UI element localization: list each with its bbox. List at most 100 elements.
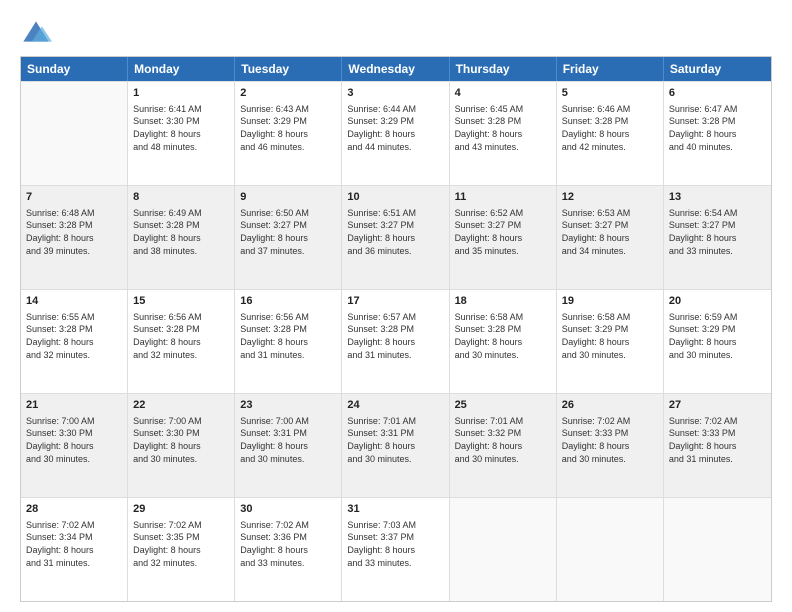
calendar-cell [664, 498, 771, 601]
cell-info: Sunrise: 6:48 AM Sunset: 3:28 PM Dayligh… [26, 207, 122, 257]
calendar-cell: 4Sunrise: 6:45 AM Sunset: 3:28 PM Daylig… [450, 82, 557, 185]
calendar-cell: 5 Sunrise: 6:46 AM Sunset: 3:28 PM Daylig… [557, 82, 664, 185]
day-number: 24 [347, 398, 443, 413]
logo [20, 18, 56, 50]
calendar-cell: 29 Sunrise: 7:02 AM Sunset: 3:35 PM Dayli… [128, 498, 235, 601]
cell-info: Sunrise: 6:53 AM Sunset: 3:27 PM Dayligh… [562, 207, 658, 257]
header-day-wednesday: Wednesday [342, 57, 449, 81]
header-day-monday: Monday [128, 57, 235, 81]
calendar-cell: 14 Sunrise: 6:55 AM Sunset: 3:28 PM Dayli… [21, 290, 128, 393]
header-day-sunday: Sunday [21, 57, 128, 81]
day-number: 9 [240, 190, 336, 205]
day-number: 14 [26, 294, 122, 309]
cell-info: Sunrise: 7:02 AM Sunset: 3:33 PM Dayligh… [669, 415, 766, 465]
cell-info: Sunrise: 6:46 AM Sunset: 3:28 PM Dayligh… [562, 103, 658, 153]
day-number: 21 [26, 398, 122, 413]
day-number: 8 [133, 190, 229, 205]
calendar-cell: 24 Sunrise: 7:01 AM Sunset: 3:31 PM Dayli… [342, 394, 449, 497]
day-number: 19 [562, 294, 658, 309]
day-number: 29 [133, 502, 229, 517]
cell-info: Sunrise: 6:55 AM Sunset: 3:28 PM Dayligh… [26, 311, 122, 361]
day-number: 12 [562, 190, 658, 205]
day-number: 13 [669, 190, 766, 205]
cell-info: Sunrise: 7:00 AM Sunset: 3:30 PM Dayligh… [133, 415, 229, 465]
calendar-cell: 20 Sunrise: 6:59 AM Sunset: 3:29 PM Dayli… [664, 290, 771, 393]
cell-info: Sunrise: 6:47 AM Sunset: 3:28 PM Dayligh… [669, 103, 766, 153]
cell-info: Sunrise: 7:02 AM Sunset: 3:33 PM Dayligh… [562, 415, 658, 465]
calendar-row: 7 Sunrise: 6:48 AM Sunset: 3:28 PM Daylig… [21, 185, 771, 289]
cell-info: Sunrise: 7:02 AM Sunset: 3:36 PM Dayligh… [240, 519, 336, 569]
calendar-header: SundayMondayTuesdayWednesdayThursdayFrid… [21, 57, 771, 81]
cell-info: Sunrise: 6:56 AM Sunset: 3:28 PM Dayligh… [133, 311, 229, 361]
calendar-cell: 2 Sunrise: 6:43 AM Sunset: 3:29 PM Daylig… [235, 82, 342, 185]
calendar-cell: 27 Sunrise: 7:02 AM Sunset: 3:33 PM Dayli… [664, 394, 771, 497]
cell-info: Sunrise: 7:01 AM Sunset: 3:31 PM Dayligh… [347, 415, 443, 465]
calendar-cell: 19 Sunrise: 6:58 AM Sunset: 3:29 PM Dayli… [557, 290, 664, 393]
day-number: 17 [347, 294, 443, 309]
calendar-cell: 26 Sunrise: 7:02 AM Sunset: 3:33 PM Dayli… [557, 394, 664, 497]
day-number: 2 [240, 86, 336, 101]
calendar-cell [21, 82, 128, 185]
cell-info: Sunrise: 6:52 AM Sunset: 3:27 PM Dayligh… [455, 207, 551, 257]
day-number: 6 [669, 86, 766, 101]
calendar-cell: 15 Sunrise: 6:56 AM Sunset: 3:28 PM Dayli… [128, 290, 235, 393]
calendar-cell: 12 Sunrise: 6:53 AM Sunset: 3:27 PM Dayli… [557, 186, 664, 289]
day-number: 23 [240, 398, 336, 413]
cell-info: Sunrise: 7:02 AM Sunset: 3:34 PM Dayligh… [26, 519, 122, 569]
cell-info: Sunrise: 6:50 AM Sunset: 3:27 PM Dayligh… [240, 207, 336, 257]
header-day-tuesday: Tuesday [235, 57, 342, 81]
cell-info: Sunrise: 6:43 AM Sunset: 3:29 PM Dayligh… [240, 103, 336, 153]
calendar-cell: 16Sunrise: 6:56 AM Sunset: 3:28 PM Dayli… [235, 290, 342, 393]
day-number: 28 [26, 502, 122, 517]
cell-info: Sunrise: 6:59 AM Sunset: 3:29 PM Dayligh… [669, 311, 766, 361]
calendar-cell [557, 498, 664, 601]
calendar-cell: 1 Sunrise: 6:41 AM Sunset: 3:30 PM Daylig… [128, 82, 235, 185]
day-number: 30 [240, 502, 336, 517]
calendar-cell: 17Sunrise: 6:57 AM Sunset: 3:28 PM Dayli… [342, 290, 449, 393]
cell-info: Sunrise: 7:00 AM Sunset: 3:30 PM Dayligh… [26, 415, 122, 465]
calendar-cell: 3Sunrise: 6:44 AM Sunset: 3:29 PM Daylig… [342, 82, 449, 185]
calendar-cell: 6 Sunrise: 6:47 AM Sunset: 3:28 PM Daylig… [664, 82, 771, 185]
calendar-cell: 13Sunrise: 6:54 AM Sunset: 3:27 PM Dayli… [664, 186, 771, 289]
day-number: 18 [455, 294, 551, 309]
calendar-cell: 11 Sunrise: 6:52 AM Sunset: 3:27 PM Dayli… [450, 186, 557, 289]
calendar-row: 21 Sunrise: 7:00 AM Sunset: 3:30 PM Dayli… [21, 393, 771, 497]
header-day-thursday: Thursday [450, 57, 557, 81]
calendar-row: 14 Sunrise: 6:55 AM Sunset: 3:28 PM Dayli… [21, 289, 771, 393]
calendar-cell: 22Sunrise: 7:00 AM Sunset: 3:30 PM Dayli… [128, 394, 235, 497]
cell-info: Sunrise: 6:58 AM Sunset: 3:29 PM Dayligh… [562, 311, 658, 361]
calendar-cell: 23 Sunrise: 7:00 AM Sunset: 3:31 PM Dayli… [235, 394, 342, 497]
cell-info: Sunrise: 6:58 AM Sunset: 3:28 PM Dayligh… [455, 311, 551, 361]
header [20, 18, 772, 50]
calendar-cell: 10Sunrise: 6:51 AM Sunset: 3:27 PM Dayli… [342, 186, 449, 289]
cell-info: Sunrise: 6:51 AM Sunset: 3:27 PM Dayligh… [347, 207, 443, 257]
cell-info: Sunrise: 7:00 AM Sunset: 3:31 PM Dayligh… [240, 415, 336, 465]
calendar-cell: 30 Sunrise: 7:02 AM Sunset: 3:36 PM Dayli… [235, 498, 342, 601]
calendar: SundayMondayTuesdayWednesdayThursdayFrid… [20, 56, 772, 602]
day-number: 5 [562, 86, 658, 101]
cell-info: Sunrise: 7:02 AM Sunset: 3:35 PM Dayligh… [133, 519, 229, 569]
calendar-cell: 31Sunrise: 7:03 AM Sunset: 3:37 PM Dayli… [342, 498, 449, 601]
day-number: 15 [133, 294, 229, 309]
calendar-cell [450, 498, 557, 601]
day-number: 11 [455, 190, 551, 205]
day-number: 27 [669, 398, 766, 413]
calendar-body: 1 Sunrise: 6:41 AM Sunset: 3:30 PM Daylig… [21, 81, 771, 601]
day-number: 26 [562, 398, 658, 413]
cell-info: Sunrise: 6:41 AM Sunset: 3:30 PM Dayligh… [133, 103, 229, 153]
calendar-cell: 21 Sunrise: 7:00 AM Sunset: 3:30 PM Dayli… [21, 394, 128, 497]
calendar-cell: 28 Sunrise: 7:02 AM Sunset: 3:34 PM Dayli… [21, 498, 128, 601]
page: SundayMondayTuesdayWednesdayThursdayFrid… [0, 0, 792, 612]
calendar-cell: 18 Sunrise: 6:58 AM Sunset: 3:28 PM Dayli… [450, 290, 557, 393]
cell-info: Sunrise: 6:49 AM Sunset: 3:28 PM Dayligh… [133, 207, 229, 257]
day-number: 1 [133, 86, 229, 101]
day-number: 20 [669, 294, 766, 309]
header-day-friday: Friday [557, 57, 664, 81]
day-number: 7 [26, 190, 122, 205]
day-number: 31 [347, 502, 443, 517]
cell-info: Sunrise: 6:44 AM Sunset: 3:29 PM Dayligh… [347, 103, 443, 153]
cell-info: Sunrise: 7:01 AM Sunset: 3:32 PM Dayligh… [455, 415, 551, 465]
calendar-row: 1 Sunrise: 6:41 AM Sunset: 3:30 PM Daylig… [21, 81, 771, 185]
logo-icon [20, 18, 52, 50]
day-number: 16 [240, 294, 336, 309]
